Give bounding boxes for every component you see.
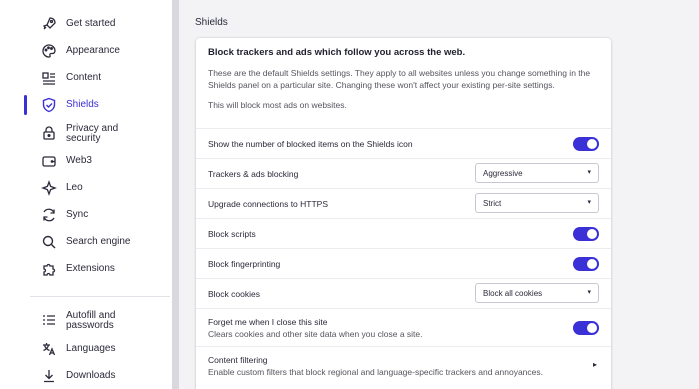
sidebar-scrollbar[interactable] <box>172 0 179 389</box>
select-value: Strict <box>483 199 502 208</box>
sidebar-item-label-line2: security <box>66 133 101 144</box>
sidebar-item-label-line2: passwords <box>66 320 114 331</box>
sidebar-item-label: Get started <box>66 18 116 29</box>
sidebar-item-label: Content <box>66 72 102 83</box>
caret-down-icon: ▾ <box>587 289 591 296</box>
card-description: These are the default Shields settings. … <box>208 68 591 90</box>
sidebar-item-label: Languages <box>66 343 116 354</box>
sidebar-item-label: Sync <box>66 209 89 220</box>
setting-row-content-filtering[interactable]: Content filtering Enable custom filters … <box>196 346 611 386</box>
puzzle-icon <box>41 261 57 277</box>
sidebar-item-label: Shields <box>66 99 99 110</box>
select-value: Block all cookies <box>483 289 543 298</box>
select-value: Aggressive <box>483 169 523 178</box>
setting-label: Trackers & ads blocking <box>208 169 299 179</box>
setting-label: Content filtering <box>208 355 268 365</box>
setting-label: Forget me when I close this site <box>208 317 328 327</box>
forget-me-toggle[interactable] <box>573 321 599 335</box>
wallet-icon <box>41 153 57 169</box>
show-count-toggle[interactable] <box>573 137 599 151</box>
search-icon <box>41 234 57 250</box>
sparkle-icon <box>41 180 57 196</box>
setting-row-cookies: Block cookies Block all cookies ▾ <box>196 278 611 308</box>
shields-settings-card: Block trackers and ads which follow you … <box>196 38 611 389</box>
https-upgrade-select[interactable]: Strict ▾ <box>475 193 599 213</box>
sidebar-item-label: Extensions <box>66 263 115 274</box>
setting-sublabel: Clears cookies and other site data when … <box>208 329 423 339</box>
setting-row-https: Upgrade connections to HTTPS Strict ▾ <box>196 188 611 218</box>
setting-row-forget-me: Forget me when I close this site Clears … <box>196 308 611 346</box>
setting-row-trackers: Trackers & ads blocking Aggressive ▾ <box>196 158 611 188</box>
sidebar-divider <box>30 296 170 297</box>
setting-label: Upgrade connections to HTTPS <box>208 199 329 209</box>
setting-label: Block cookies <box>208 289 260 299</box>
card-note: This will block most ads on websites. <box>208 100 347 110</box>
setting-row-scripts: Block scripts <box>196 218 611 248</box>
list-key-icon <box>41 312 57 328</box>
sidebar-item-label: Leo <box>66 182 83 193</box>
sidebar: Get started Appearance Content Shields P… <box>0 0 172 389</box>
sidebar-item-label: Downloads <box>66 370 116 381</box>
card-header: Block trackers and ads which follow you … <box>208 47 608 110</box>
shield-icon <box>41 97 57 113</box>
setting-row-show-count: Show the number of blocked items on the … <box>196 128 611 158</box>
palette-icon <box>41 43 57 59</box>
block-scripts-toggle[interactable] <box>573 227 599 241</box>
lock-icon <box>41 125 57 141</box>
caret-down-icon: ▾ <box>587 169 591 176</box>
block-cookies-select[interactable]: Block all cookies ▾ <box>475 283 599 303</box>
main-panel: Shields Block trackers and ads which fol… <box>179 0 699 389</box>
setting-label: Show the number of blocked items on the … <box>208 139 413 149</box>
sidebar-item-label: Appearance <box>66 45 120 56</box>
content-icon <box>41 70 57 86</box>
sync-icon <box>41 207 57 223</box>
sidebar-item-label: Search engine <box>66 236 131 247</box>
card-heading: Block trackers and ads which follow you … <box>208 47 466 58</box>
setting-row-fingerprinting: Block fingerprinting <box>196 248 611 278</box>
download-icon <box>41 368 57 384</box>
caret-down-icon: ▾ <box>587 199 591 206</box>
rocket-icon <box>41 16 57 32</box>
setting-sublabel: Enable custom filters that block regiona… <box>208 367 543 377</box>
sidebar-item-label: Web3 <box>66 155 92 166</box>
chevron-right-icon: ▸ <box>592 360 597 369</box>
trackers-blocking-select[interactable]: Aggressive ▾ <box>475 163 599 183</box>
setting-label: Block fingerprinting <box>208 259 281 269</box>
block-fingerprinting-toggle[interactable] <box>573 257 599 271</box>
section-title: Shields <box>195 17 228 28</box>
translate-icon <box>41 341 57 357</box>
setting-label: Block scripts <box>208 229 256 239</box>
